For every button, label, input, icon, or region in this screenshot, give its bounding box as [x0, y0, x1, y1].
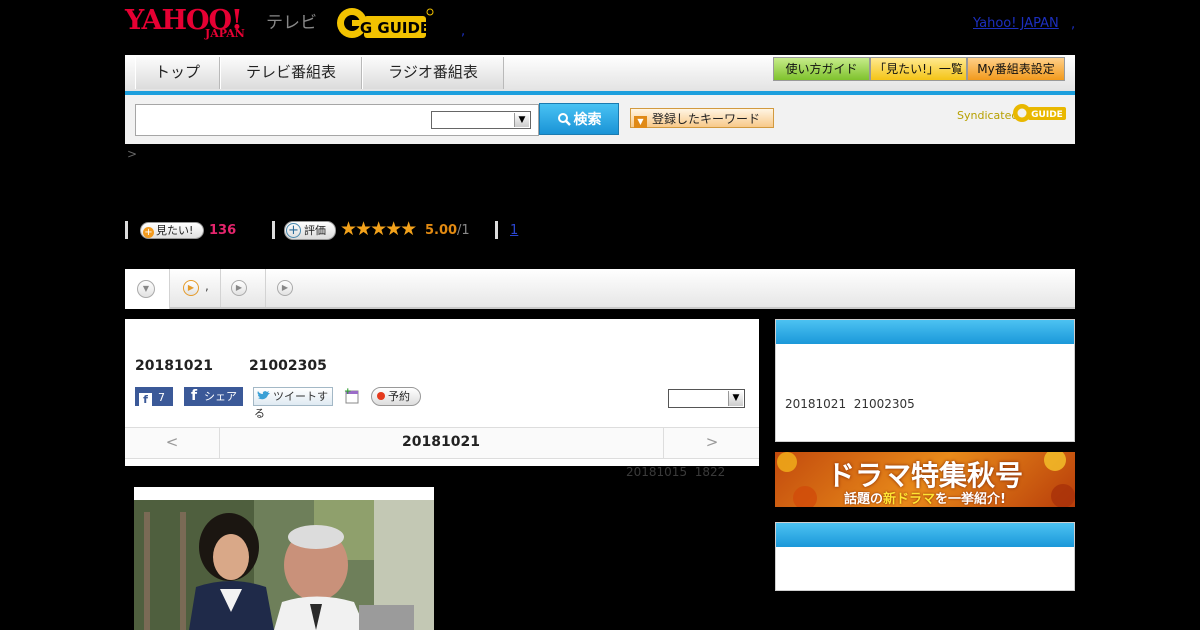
header-link-separator: ,	[1071, 17, 1076, 32]
guide-button[interactable]: 使い方ガイド	[773, 57, 870, 81]
search-icon	[557, 113, 571, 126]
broadcast-datetime: 20181021 21002305	[135, 358, 327, 374]
reserve-button[interactable]: 予約	[371, 387, 421, 406]
tab-0[interactable]: ▼	[125, 269, 170, 309]
tab-2[interactable]: ▶	[221, 269, 266, 307]
facebook-like-button[interactable]: f7	[135, 387, 173, 406]
calendar-icon: +	[344, 387, 359, 404]
banner-subtitle: 話題の新ドラマを一挙紹介!	[775, 488, 1075, 507]
facebook-share-label: シェア	[204, 390, 237, 403]
nav-tab-radio-schedule[interactable]: ラジオ番組表	[362, 57, 504, 89]
dropdown-arrow-icon: ▼	[634, 116, 647, 128]
side-info-datetime: 20181021 21002305	[785, 397, 915, 411]
rating-stars-icon: ★★★★★	[340, 218, 417, 240]
drama-special-banner[interactable]: ドラマ特集秋号 話題の新ドラマを一挙紹介!	[775, 452, 1075, 507]
mitai-count: 136	[209, 223, 237, 238]
mitai-list-button[interactable]: 「見たい!」一覧	[870, 57, 967, 81]
search-button-label: 検索	[573, 112, 602, 128]
calendar-add-icon[interactable]: +	[344, 387, 360, 408]
side-info-box-header	[776, 320, 1074, 344]
syndicated-label: Syndicated	[957, 109, 1019, 122]
gguide-logo-text: G GUIDE	[360, 19, 430, 37]
facebook-icon: f	[139, 393, 152, 406]
chevron-down-circle-icon: ▼	[137, 280, 155, 298]
reserve-label: 予約	[388, 390, 410, 403]
breadcrumb-separator: >	[127, 147, 138, 161]
registered-keyword-button[interactable]: ▼ 登録したキーワード	[630, 108, 774, 128]
broadcast-time: 21002305	[248, 358, 327, 374]
syndicated-logo-text: GUIDE	[1031, 110, 1063, 120]
side-info-box: 20181021 21002305	[775, 319, 1075, 442]
banner-subtitle-highlight: 新ドラマ	[883, 492, 936, 507]
tab-1-label: ,	[205, 279, 209, 293]
yahoo-japan-link[interactable]: Yahoo! JAPAN	[973, 16, 1059, 31]
rating-value: 5.00	[425, 223, 458, 238]
twitter-bird-icon	[257, 391, 270, 400]
side-box-2	[775, 522, 1075, 591]
prev-date-button[interactable]: <	[125, 428, 220, 458]
play-circle-icon: ▶	[183, 280, 199, 296]
content-tabs: ▼ ▶ , ▶ ▶	[125, 269, 1075, 309]
record-icon	[377, 392, 385, 400]
rating-label: 評価	[304, 224, 326, 237]
chevron-down-icon: ▼	[514, 113, 529, 127]
mitai-label: 見たい!	[156, 224, 194, 237]
yahoo-logo-sub: JAPAN	[205, 27, 245, 40]
program-info-panel: 20181021 21002305 f7 f シェア ツイートする + 予約 ▼ <…	[125, 319, 759, 466]
global-nav: トップ テレビ番組表 ラジオ番組表 使い方ガイド 「見たい!」一覧 My番組表設…	[125, 55, 1075, 95]
updated-date: 20181015	[626, 465, 688, 479]
current-date-label: 20181021	[402, 434, 480, 450]
updated-time: 1822	[694, 465, 726, 479]
tv-logo-text[interactable]: テレビ	[266, 8, 317, 33]
search-button[interactable]: 検索	[539, 103, 619, 135]
banner-subtitle-pre: 話題の	[844, 492, 884, 507]
registered-keyword-label: 登録したキーワード	[652, 112, 761, 126]
play-circle-icon: ▶	[277, 280, 293, 296]
review-count-link[interactable]: 1	[510, 223, 518, 238]
rating-count: /1	[457, 223, 470, 238]
banner-subtitle-post: を一挙紹介!	[935, 492, 1006, 507]
broadcast-date: 20181021	[135, 358, 213, 374]
tab-1[interactable]: ▶ ,	[170, 269, 221, 307]
nav-tab-top[interactable]: トップ	[135, 57, 220, 89]
date-navigation: < 20181021 >	[125, 427, 759, 459]
mitai-button[interactable]: + 見たい!	[140, 222, 204, 239]
side-info-date: 20181021	[785, 397, 847, 411]
rating-button[interactable]: + 評価	[284, 221, 336, 240]
syndicated-logo-mark: GUIDE	[1013, 104, 1066, 122]
program-select[interactable]: ▼	[668, 389, 745, 408]
side-box-2-header	[776, 523, 1074, 547]
search-category-select[interactable]: ▼	[431, 111, 531, 129]
syndicated-gguide-logo: GUIDE	[1012, 102, 1068, 128]
my-schedule-button[interactable]: My番組表設定	[967, 57, 1065, 81]
header-dot: ,	[461, 24, 466, 39]
program-photo	[134, 487, 434, 630]
next-date-button[interactable]: >	[663, 428, 760, 458]
svg-text:+: +	[344, 387, 352, 397]
search-area: ▼ 検索 ▼ 登録したキーワード Syndicated GUIDE	[125, 95, 1075, 144]
side-info-time: 21002305	[853, 397, 915, 411]
chevron-down-icon: ▼	[728, 391, 743, 406]
facebook-count: 7	[158, 391, 165, 404]
gguide-logo-mark: G GUIDE	[337, 8, 434, 38]
stats-divider	[495, 221, 498, 239]
facebook-share-button[interactable]: f シェア	[184, 387, 243, 406]
tweet-button[interactable]: ツイートする	[253, 387, 333, 420]
tab-3[interactable]: ▶	[266, 269, 310, 307]
facebook-icon: f	[190, 388, 198, 404]
play-circle-icon: ▶	[231, 280, 247, 296]
program-photo-image	[134, 487, 434, 630]
stats-divider	[272, 221, 275, 239]
plus-circle-icon: +	[286, 223, 301, 238]
nav-tab-tv-schedule[interactable]: テレビ番組表	[220, 57, 362, 89]
last-updated: 20181015 1822	[626, 465, 725, 479]
plus-icon: +	[143, 227, 154, 238]
stats-divider	[125, 221, 128, 239]
gguide-logo[interactable]: G GUIDE	[334, 6, 434, 46]
